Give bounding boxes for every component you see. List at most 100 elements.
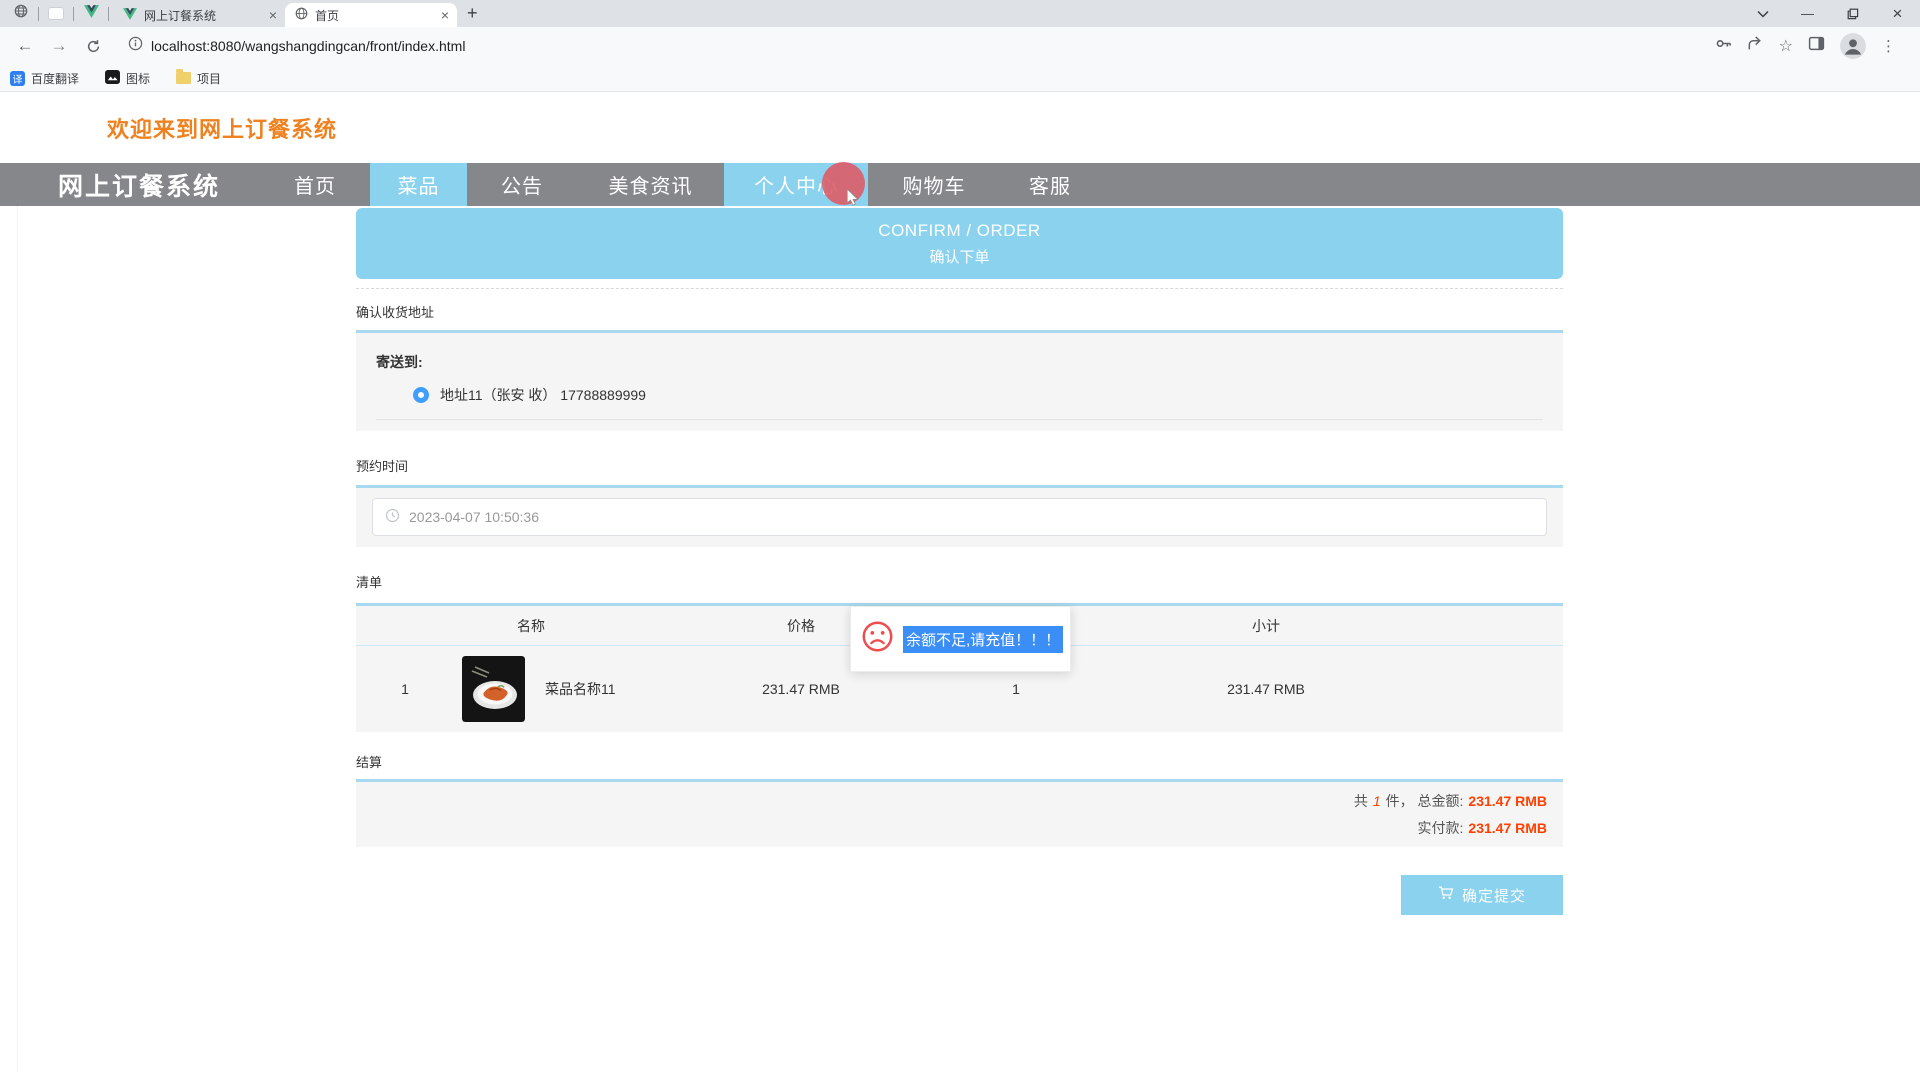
browser-tab-strip: 网上订餐系统 × 首页 × + — × xyxy=(0,0,1920,27)
image-icon xyxy=(105,70,120,87)
order-confirm-page: CONFIRM / ORDER 确认下单 确认收货地址 寄送到: 地址11（张安… xyxy=(356,208,1563,915)
welcome-banner: 欢迎来到网上订餐系统 xyxy=(0,92,1920,163)
nav-item-food-news[interactable]: 美食资讯 xyxy=(577,163,724,206)
total-prefix: 共 xyxy=(1354,793,1368,809)
page-left-edge xyxy=(17,206,18,1072)
datetime-input[interactable]: 2023-04-07 10:50:36 xyxy=(372,498,1547,536)
sidebar-icon[interactable] xyxy=(1808,35,1825,57)
address-bar[interactable]: localhost:8080/wangshangdingcan/front/in… xyxy=(128,36,1715,56)
address-text: 地址11（张安 收） 17788889999 xyxy=(440,385,646,405)
pinned-tab-blank[interactable] xyxy=(43,0,69,27)
address-panel: 寄送到: 地址11（张安 收） 17788889999 xyxy=(356,330,1563,431)
banner-title-cn: 确认下单 xyxy=(929,246,989,267)
globe-icon xyxy=(14,4,28,23)
tab-separator xyxy=(38,7,39,21)
tab-title: 网上订餐系统 xyxy=(144,7,262,24)
globe-icon xyxy=(295,7,308,23)
banner-title-en: CONFIRM / ORDER xyxy=(878,221,1040,241)
tab-title: 首页 xyxy=(315,7,434,24)
header-subtotal: 小计 xyxy=(1136,616,1396,636)
share-icon[interactable] xyxy=(1747,35,1764,57)
vue-icon xyxy=(84,5,99,23)
total-line: 共1 件， 总金额:231.47 RMB xyxy=(1354,791,1547,811)
bookmark-label: 项目 xyxy=(197,70,221,87)
submit-label: 确定提交 xyxy=(1462,885,1526,906)
reload-button[interactable] xyxy=(80,39,106,54)
new-tab-button[interactable]: + xyxy=(467,3,478,24)
folder-icon xyxy=(176,72,191,84)
total-mid: 件， 总金额: xyxy=(1386,793,1464,809)
site-brand: 网上订餐系统 xyxy=(58,167,222,203)
radio-selected[interactable] xyxy=(413,387,429,403)
close-icon[interactable]: × xyxy=(441,8,449,22)
info-icon[interactable] xyxy=(128,36,143,56)
maximize-button[interactable] xyxy=(1830,0,1875,27)
settle-panel: 共1 件， 总金额:231.47 RMB 实付款:231.47 RMB xyxy=(356,779,1563,847)
section-title-list: 清单 xyxy=(356,572,1563,591)
nav-item-service[interactable]: 客服 xyxy=(1000,163,1100,206)
header-name: 名称 xyxy=(356,616,706,636)
bookmark-baidu-translate[interactable]: 译 百度翻译 xyxy=(10,70,79,87)
dish-name: 菜品名称11 xyxy=(545,679,616,699)
section-title-address: 确认收货地址 xyxy=(356,302,1563,321)
bookmark-label: 图标 xyxy=(126,70,150,87)
bookmark-label: 百度翻译 xyxy=(31,70,79,87)
bookmark-project-folder[interactable]: 项目 xyxy=(176,70,221,87)
toolbar-actions: ☆ ⋮ xyxy=(1715,33,1908,59)
nav-item-cart[interactable]: 购物车 xyxy=(868,163,1000,206)
url-text[interactable]: localhost:8080/wangshangdingcan/front/in… xyxy=(151,38,465,54)
paid-label: 实付款: xyxy=(1418,820,1464,836)
bookmark-icons[interactable]: 图标 xyxy=(105,70,150,87)
submit-order-button[interactable]: 确定提交 xyxy=(1401,875,1563,915)
dish-qty: 1 xyxy=(896,681,1136,697)
clock-icon xyxy=(385,508,400,526)
ship-to-label: 寄送到: xyxy=(376,333,1543,372)
window-controls: — × xyxy=(1757,0,1920,27)
confirm-order-banner: CONFIRM / ORDER 确认下单 xyxy=(356,208,1563,279)
nav-item-dishes[interactable]: 菜品 xyxy=(370,163,467,206)
nav-items: 首页 菜品 公告 美食资讯 个人中心 购物车 客服 xyxy=(260,163,1100,206)
avatar[interactable] xyxy=(1840,33,1866,59)
popup-message: 余额不足,请充值！！！ xyxy=(903,626,1063,653)
close-icon[interactable]: × xyxy=(269,8,277,22)
back-button[interactable]: ← xyxy=(12,36,38,56)
translate-icon: 译 xyxy=(10,71,25,86)
minimize-button[interactable]: — xyxy=(1785,0,1830,27)
browser-toolbar: ← → localhost:8080/wangshangdingcan/fron… xyxy=(0,27,1920,65)
dish-image xyxy=(462,656,525,722)
dish-subtotal: 231.47 RMB xyxy=(1136,681,1396,697)
menu-icon[interactable]: ⋮ xyxy=(1881,37,1896,55)
welcome-text: 欢迎来到网上订餐系统 xyxy=(107,112,337,144)
blank-favicon xyxy=(49,8,63,19)
vue-icon xyxy=(123,8,137,23)
total-amount: 231.47 RMB xyxy=(1468,793,1547,809)
submit-row: 确定提交 xyxy=(356,875,1563,915)
tab-separator xyxy=(108,7,109,21)
pinned-tab-globe[interactable] xyxy=(8,0,34,27)
pinned-tab-vue[interactable] xyxy=(78,0,104,27)
forward-button[interactable]: → xyxy=(46,36,72,56)
tab-search-chevron-icon[interactable] xyxy=(1757,10,1769,18)
bookmarks-bar: 译 百度翻译 图标 项目 xyxy=(0,65,1920,92)
balance-warning-popup: 余额不足,请充值！！！ xyxy=(850,606,1071,672)
nav-item-notice[interactable]: 公告 xyxy=(467,163,577,206)
click-indicator xyxy=(822,162,865,205)
star-icon[interactable]: ☆ xyxy=(1779,36,1793,56)
paid-line: 实付款:231.47 RMB xyxy=(1418,818,1547,838)
row-index: 1 xyxy=(356,681,454,697)
browser-tab-dingcan[interactable]: 网上订餐系统 × xyxy=(113,3,285,27)
browser-tab-home[interactable]: 首页 × xyxy=(285,3,457,27)
datetime-value: 2023-04-07 10:50:36 xyxy=(409,509,539,525)
time-panel: 2023-04-07 10:50:36 xyxy=(356,485,1563,547)
item-count: 1 xyxy=(1373,793,1381,809)
pinned-tabs xyxy=(0,0,113,27)
cart-icon xyxy=(1438,885,1454,905)
address-option-row[interactable]: 地址11（张安 收） 17788889999 xyxy=(376,385,1543,420)
paid-amount: 231.47 RMB xyxy=(1468,820,1547,836)
close-window-button[interactable]: × xyxy=(1875,0,1920,27)
section-title-time: 预约时间 xyxy=(356,456,1563,475)
site-navbar: 网上订餐系统 首页 菜品 公告 美食资讯 个人中心 购物车 客服 xyxy=(0,163,1920,206)
dish-price: 231.47 RMB xyxy=(706,681,896,697)
key-icon[interactable] xyxy=(1715,35,1732,57)
nav-item-home[interactable]: 首页 xyxy=(260,163,370,206)
